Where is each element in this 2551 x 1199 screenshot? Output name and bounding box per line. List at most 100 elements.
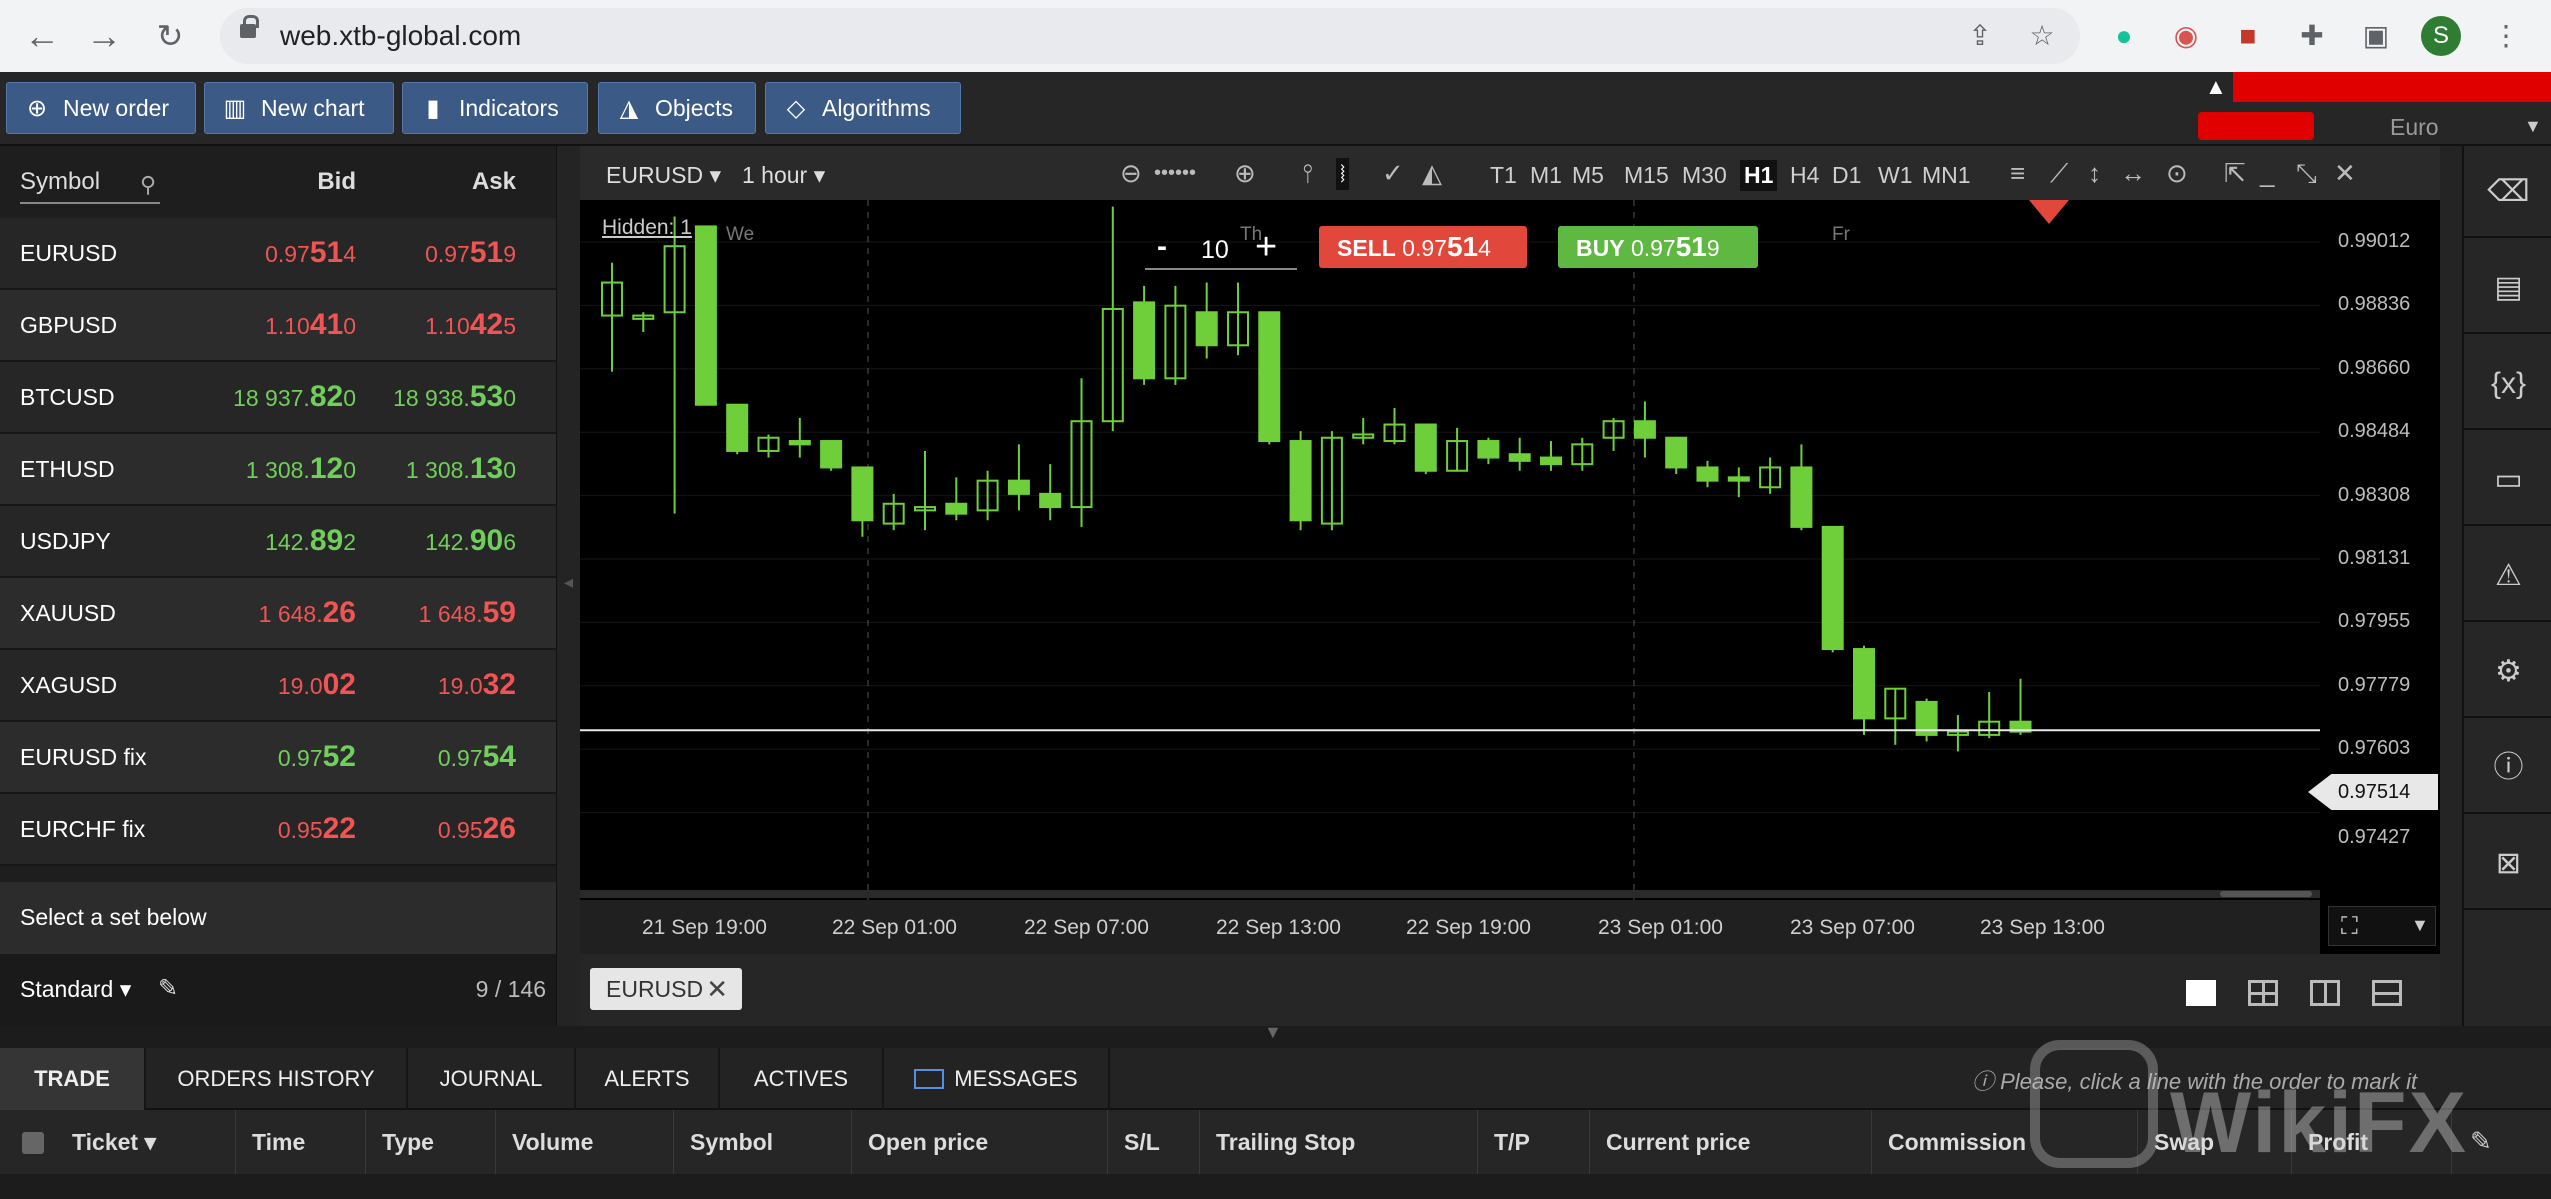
volume-stepper[interactable]: - 10 + bbox=[1145, 226, 1297, 270]
volume-increase-button[interactable]: + bbox=[1255, 226, 1277, 269]
chart-canvas[interactable]: Hidden: 1 We Th Fr - 10 + SELL 0.97514 B… bbox=[580, 200, 2442, 954]
objects-button[interactable]: ◮ Objects bbox=[598, 82, 756, 134]
back-icon[interactable]: ← bbox=[20, 14, 64, 58]
trendline-icon[interactable]: ⟋ bbox=[2050, 158, 2068, 190]
buy-button[interactable]: BUY 0.97519 bbox=[1558, 226, 1758, 268]
symbol-row[interactable]: GBPUSD 1.10410 1.10425 bbox=[0, 290, 556, 362]
ask-price[interactable]: 0.9754 bbox=[326, 740, 516, 774]
candle-type-icon[interactable]: ⧘ bbox=[1336, 158, 1350, 190]
close-chart-icon[interactable]: ✕ bbox=[2334, 158, 2356, 189]
new-order-button[interactable]: ⊕ New order bbox=[6, 82, 196, 134]
volume-decrease-button[interactable]: - bbox=[1157, 230, 1167, 264]
volume-value[interactable]: 10 bbox=[1201, 236, 1229, 265]
candlestick-plot[interactable] bbox=[580, 200, 2320, 900]
timeframe-w1[interactable]: W1 bbox=[1874, 160, 1917, 191]
symbol-row[interactable]: EURUSD 0.97514 0.97519 bbox=[0, 218, 556, 290]
sell-button[interactable]: SELL 0.97514 bbox=[1319, 226, 1527, 268]
time-axis[interactable]: 21 Sep 19:00 22 Sep 01:00 22 Sep 07:00 22 S… bbox=[580, 900, 2320, 954]
bottom-panel-handle[interactable]: ▼ bbox=[0, 1022, 2551, 1048]
ask-header[interactable]: Ask bbox=[420, 168, 516, 196]
select-all-checkbox[interactable] bbox=[22, 1132, 44, 1154]
sidepanel-icon[interactable]: ▣ bbox=[2360, 20, 2392, 52]
tab-actives[interactable]: ACTIVES bbox=[720, 1048, 884, 1110]
expand-down-icon[interactable]: ▼ bbox=[1264, 1022, 1282, 1043]
chart-symbol-dropdown[interactable]: EURUSD ▾ bbox=[606, 162, 721, 189]
col-ticket[interactable]: Ticket ▾ bbox=[56, 1110, 236, 1174]
bookmark-star-icon[interactable]: ☆ bbox=[2026, 20, 2058, 52]
columns-layout-icon[interactable] bbox=[2310, 980, 2340, 1006]
col-sl[interactable]: S/L bbox=[1108, 1110, 1200, 1174]
tab-orders-history[interactable]: ORDERS HISTORY bbox=[146, 1048, 408, 1110]
symbol-row[interactable]: ETHUSD 1 308.120 1 308.130 bbox=[0, 434, 556, 506]
menu-icon[interactable]: ⋮ bbox=[2490, 20, 2522, 52]
pencil-icon[interactable]: ✎ bbox=[158, 974, 178, 1003]
more-tools-icon[interactable]: ⊙ bbox=[2166, 158, 2188, 189]
ask-price[interactable]: 142.906 bbox=[326, 524, 516, 558]
chart-zoom-control[interactable]: ⛶ ▼ bbox=[2328, 906, 2436, 946]
indicators-button[interactable]: ▮ Indicators bbox=[402, 82, 588, 134]
timeframe-mn1[interactable]: MN1 bbox=[1918, 160, 1975, 191]
pending-order-marker[interactable] bbox=[2029, 200, 2069, 224]
terminal-icon[interactable]: ▭ bbox=[2464, 434, 2551, 526]
reload-icon[interactable]: ↻ bbox=[148, 14, 192, 58]
caret-down-icon[interactable]: ▼ bbox=[2524, 116, 2542, 137]
formula-icon[interactable]: {x} bbox=[2464, 338, 2551, 430]
rows-layout-icon[interactable] bbox=[2372, 980, 2402, 1006]
profile-avatar[interactable]: S bbox=[2421, 16, 2461, 56]
col-open-price[interactable]: Open price bbox=[852, 1110, 1108, 1174]
symbol-row[interactable]: XAGUSD 19.002 19.032 bbox=[0, 650, 556, 722]
col-type[interactable]: Type bbox=[366, 1110, 496, 1174]
bid-header[interactable]: Bid bbox=[260, 168, 356, 196]
zoom-out-icon[interactable]: ⊖ bbox=[1120, 158, 1142, 189]
edit-columns-icon[interactable]: ✎ bbox=[2470, 1126, 2492, 1157]
maximize-icon[interactable]: ⤡ bbox=[2296, 158, 2317, 190]
new-chart-button[interactable]: ▥ New chart bbox=[204, 82, 394, 134]
algorithms-button[interactable]: ◇ Algorithms bbox=[765, 82, 961, 134]
hidden-objects-link[interactable]: Hidden: 1 bbox=[602, 216, 692, 240]
zoom-slider[interactable]: •••••• bbox=[1154, 162, 1196, 185]
symbol-row[interactable]: EURCHF fix 0.9522 0.9526 bbox=[0, 794, 556, 866]
zoom-in-icon[interactable]: ⊕ bbox=[1234, 158, 1256, 189]
close-tab-icon[interactable]: ✕ bbox=[706, 968, 728, 1010]
ask-price[interactable]: 18 938.530 bbox=[326, 380, 516, 414]
symbol-row[interactable]: EURUSD fix 0.9752 0.9754 bbox=[0, 722, 556, 794]
timeframe-m15[interactable]: M15 bbox=[1620, 160, 1673, 191]
tab-messages[interactable]: MESSAGES bbox=[884, 1048, 1110, 1110]
indicator-list-icon[interactable]: ≡ bbox=[2010, 158, 2025, 189]
vertical-line-icon[interactable]: ↕ bbox=[2088, 158, 2101, 189]
popout-icon[interactable]: ⇱ bbox=[2224, 158, 2246, 189]
ask-price[interactable]: 0.9526 bbox=[326, 812, 516, 846]
calculator-icon[interactable]: ⊠ bbox=[2464, 818, 2551, 910]
ask-price[interactable]: 1 308.130 bbox=[326, 452, 516, 486]
caret-down-icon[interactable]: ▼ bbox=[2411, 915, 2429, 936]
ask-price[interactable]: 19.032 bbox=[326, 668, 516, 702]
chart-interval-dropdown[interactable]: 1 hour ▾ bbox=[742, 162, 825, 189]
symbol-search-field[interactable]: Symbol bbox=[20, 168, 160, 204]
chart-tab-eurusd[interactable]: EURUSD ✕ bbox=[590, 968, 742, 1010]
ask-price[interactable]: 1.10425 bbox=[326, 308, 516, 342]
forward-icon[interactable]: → bbox=[82, 14, 126, 58]
symbol-row[interactable]: BTCUSD 18 937.820 18 938.530 bbox=[0, 362, 556, 434]
timeframe-h1[interactable]: H1 bbox=[1740, 160, 1778, 191]
extension-icon[interactable]: ◉ bbox=[2170, 20, 2202, 52]
horizontal-line-icon[interactable]: ↔ bbox=[2120, 158, 2146, 189]
fit-screen-icon[interactable]: ⛶ bbox=[2341, 913, 2358, 941]
timeframe-d1[interactable]: D1 bbox=[1828, 160, 1865, 191]
warning-icon[interactable]: ⚠ bbox=[2464, 530, 2551, 622]
tab-trade[interactable]: TRADE bbox=[0, 1048, 146, 1110]
collapse-left-icon[interactable]: ◂ bbox=[564, 572, 573, 593]
timeframe-m5[interactable]: M5 bbox=[1568, 160, 1608, 191]
ask-price[interactable]: 0.97519 bbox=[326, 236, 516, 270]
timeframe-t1[interactable]: T1 bbox=[1486, 160, 1521, 191]
col-current-price[interactable]: Current price bbox=[1590, 1110, 1872, 1174]
tab-journal[interactable]: JOURNAL bbox=[408, 1048, 576, 1110]
col-symbol[interactable]: Symbol bbox=[674, 1110, 852, 1174]
puzzle-icon[interactable]: ✚ bbox=[2296, 20, 2328, 52]
share-icon[interactable]: ⇪ bbox=[1964, 20, 1996, 52]
info-icon[interactable]: ⓘ bbox=[2464, 722, 2551, 814]
symbol-row[interactable]: XAUUSD 1 648.26 1 648.59 bbox=[0, 578, 556, 650]
col-trailing-stop[interactable]: Trailing Stop bbox=[1200, 1110, 1478, 1174]
account-currency[interactable]: Euro bbox=[2390, 114, 2439, 141]
single-layout-icon[interactable] bbox=[2186, 980, 2216, 1006]
grid-layout-icon[interactable] bbox=[2248, 980, 2278, 1006]
